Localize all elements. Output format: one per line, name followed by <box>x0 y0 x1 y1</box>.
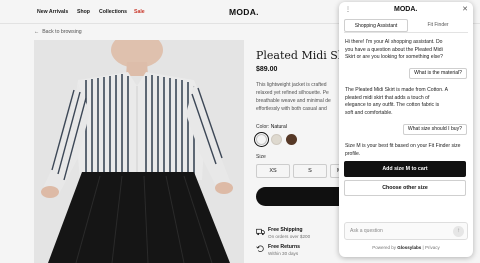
powered-by-footer: Powered by Glossylabs | Privacy <box>339 245 473 250</box>
chat-header: ⋮ MODA. ✕ <box>339 2 473 18</box>
tab-shopping-assistant[interactable]: Shopping Assistant <box>344 19 408 32</box>
message-line: profile. <box>345 150 361 157</box>
user-message: What is the material? <box>409 68 467 79</box>
privacy-link[interactable]: Privacy <box>425 245 440 250</box>
tabs-divider <box>344 32 468 33</box>
chat-input[interactable]: Ask a question ↑ <box>344 222 468 240</box>
add-size-to-cart-button[interactable]: Add size M to cart <box>344 161 466 177</box>
more-vertical-icon[interactable]: ⋮ <box>345 6 351 13</box>
powered-separator: | <box>422 245 424 250</box>
choose-other-size-button[interactable]: Choose other size <box>344 180 466 196</box>
product-page: New Arrivals Shop Collections Sale MODA.… <box>0 0 480 263</box>
chat-input-placeholder: Ask a question <box>350 228 383 234</box>
shopping-assistant-panel: ⋮ MODA. ✕ Shopping Assistant Fit Finder … <box>339 2 473 257</box>
tab-fit-finder[interactable]: Fit Finder <box>408 19 468 32</box>
message-line: pleated midi skirt that adds a touch of <box>345 94 430 101</box>
message-line: Skirt or are you looking for something e… <box>345 54 443 61</box>
assistant-message: Size M is your best fit based on your Fi… <box>345 143 461 158</box>
close-icon[interactable]: ✕ <box>462 5 468 13</box>
message-line: elegance to any outfit. The cotton fabri… <box>345 102 440 109</box>
chat-brand: MODA. <box>394 6 418 13</box>
message-line: The Pleated Midi Skirt is made from Cott… <box>345 87 449 93</box>
message-line: Size M is your best fit based on your Fi… <box>345 143 461 149</box>
assistant-message: The Pleated Midi Skirt is made from Cott… <box>345 87 448 117</box>
assistant-message: Hi there! I'm your AI shopping assistant… <box>345 39 443 62</box>
user-message: What size should I buy? <box>402 124 467 135</box>
send-arrow-icon[interactable]: ↑ <box>453 226 464 237</box>
message-line: soft and comfortable. <box>345 109 393 116</box>
message-line: Hi there! I'm your AI shopping assistant… <box>345 39 443 45</box>
powered-prefix: Powered by <box>372 245 396 250</box>
message-line: you have a question about the Pleated Mi… <box>345 46 443 53</box>
chat-tabs: Shopping Assistant Fit Finder <box>344 19 468 32</box>
powered-name: Glossylabs <box>397 245 422 250</box>
